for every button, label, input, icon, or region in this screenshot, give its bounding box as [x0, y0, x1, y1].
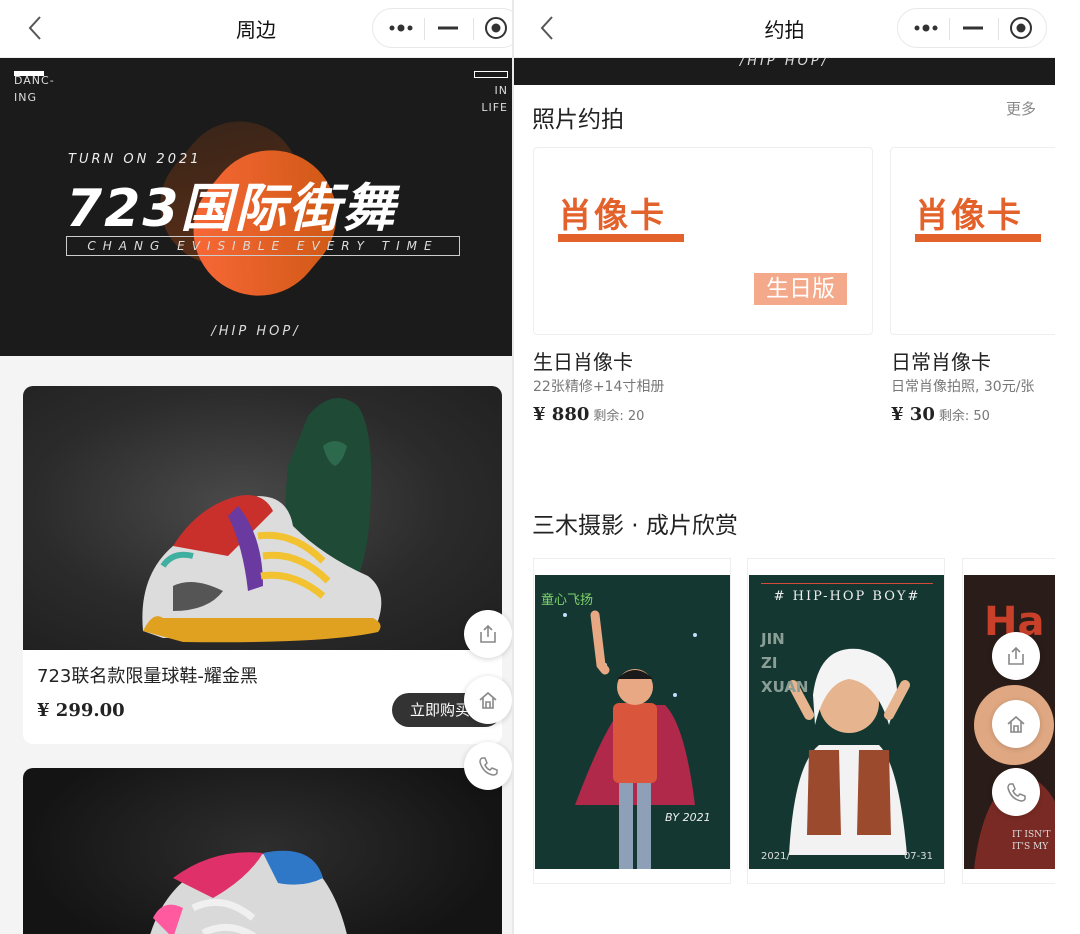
home-icon: [1007, 715, 1025, 733]
card-logo: 肖像卡: [915, 196, 1023, 236]
right-screen: 约拍 /HIP HOP/ 照片约拍 更多 肖像卡 生日版 肖像卡 生日肖像卡 2…: [514, 0, 1055, 934]
photo-caption-bottom: BY 2021: [665, 811, 711, 824]
banner-headline: 723国际街舞: [66, 179, 397, 239]
banner-subline: CHANG EVISIBLE EVERY TIME: [66, 236, 460, 256]
photo-caption-bottom: IT ISN'T IT'S MY: [1012, 830, 1051, 852]
corner-text-right: IN LIFE: [481, 84, 508, 114]
product-card[interactable]: [23, 768, 502, 934]
capsule-menu: [372, 8, 512, 48]
target-icon: [485, 17, 507, 39]
home-icon: [479, 691, 497, 709]
event-banner[interactable]: DANC- ING IN LIFE TURN ON 2021 723国际街舞 C…: [0, 58, 512, 356]
product-image: [23, 386, 502, 650]
product-name: 723联名款限量球鞋-耀金黑: [37, 666, 258, 687]
phone-icon: [479, 757, 498, 776]
page-margin: [1055, 0, 1080, 934]
banner-genre: /HIP HOP/: [211, 324, 301, 339]
gallery-photo[interactable]: 童心飞扬 BY 2021: [533, 558, 731, 884]
card-logo: 肖像卡: [558, 196, 666, 236]
left-screen: 周边 DANC- ING IN LIFE TURN ON 2021 723国际街…: [0, 0, 512, 934]
photo-caption: # HIP-HOP BOY#: [773, 589, 921, 604]
minimize-icon: [963, 26, 983, 30]
banner-strip[interactable]: /HIP HOP/: [514, 58, 1055, 85]
minimize-button[interactable]: [423, 9, 473, 47]
nav-bar: 周边: [0, 0, 512, 58]
stock-left: 剩余: 50: [938, 409, 990, 424]
more-button[interactable]: [376, 9, 426, 47]
service-name: 日常肖像卡: [891, 350, 991, 374]
minimize-button[interactable]: [948, 9, 998, 47]
photo-caption: 童心飞扬: [541, 593, 594, 608]
share-icon: [1008, 646, 1024, 665]
service-desc: 22张精修+14寸相册: [533, 379, 665, 395]
home-button[interactable]: [992, 700, 1040, 748]
corner-text-left: DANC- ING: [14, 74, 55, 104]
nav-bar: 约拍: [514, 0, 1055, 58]
section-title: 照片约拍: [532, 107, 624, 133]
service-card[interactable]: 肖像卡 生日版: [533, 147, 873, 335]
phone-button[interactable]: [464, 742, 512, 790]
product-price: ¥ 299.00: [37, 700, 125, 721]
banner-year: TURN ON 2021: [68, 152, 202, 167]
more-button[interactable]: [901, 9, 951, 47]
service-price: ¥ 880 剩余: 20: [533, 404, 644, 425]
photo-date-left: 2021/: [761, 851, 790, 862]
service-card[interactable]: 肖像卡: [890, 147, 1055, 335]
photo-side-text: JIN ZI XUAN: [761, 630, 809, 696]
more-dots-icon: [389, 24, 413, 32]
target-icon: [1010, 17, 1032, 39]
home-button[interactable]: [464, 676, 512, 724]
banner-genre: /HIP HOP/: [739, 58, 830, 69]
minimize-icon: [438, 26, 458, 30]
share-button[interactable]: [464, 610, 512, 658]
price-value: ¥ 30: [891, 404, 935, 425]
share-icon: [480, 624, 496, 643]
service-price: ¥ 30 剩余: 50: [891, 404, 990, 425]
capsule-menu: [897, 8, 1047, 48]
share-button[interactable]: [992, 632, 1040, 680]
price-value: ¥ 880: [533, 404, 590, 425]
more-link[interactable]: 更多: [1006, 98, 1036, 119]
phone-icon: [1007, 783, 1026, 802]
close-miniapp-button[interactable]: [471, 9, 512, 47]
section-title: 三木摄影 · 成片欣赏: [532, 513, 738, 539]
product-card[interactable]: 723联名款限量球鞋-耀金黑 ¥ 299.00 立即购买: [23, 386, 502, 744]
stock-left: 剩余: 20: [593, 409, 645, 424]
service-name: 生日肖像卡: [533, 350, 633, 374]
phone-button[interactable]: [992, 768, 1040, 816]
card-tag: 生日版: [754, 273, 847, 305]
photo-date-right: 07-31: [903, 851, 933, 862]
more-dots-icon: [914, 24, 938, 32]
close-miniapp-button[interactable]: [996, 9, 1046, 47]
gallery-photo[interactable]: # HIP-HOP BOY# JIN ZI XUAN 2021/ 07-31: [747, 558, 945, 884]
product-image: [23, 768, 502, 934]
service-desc: 日常肖像拍照, 30元/张: [891, 379, 1035, 395]
